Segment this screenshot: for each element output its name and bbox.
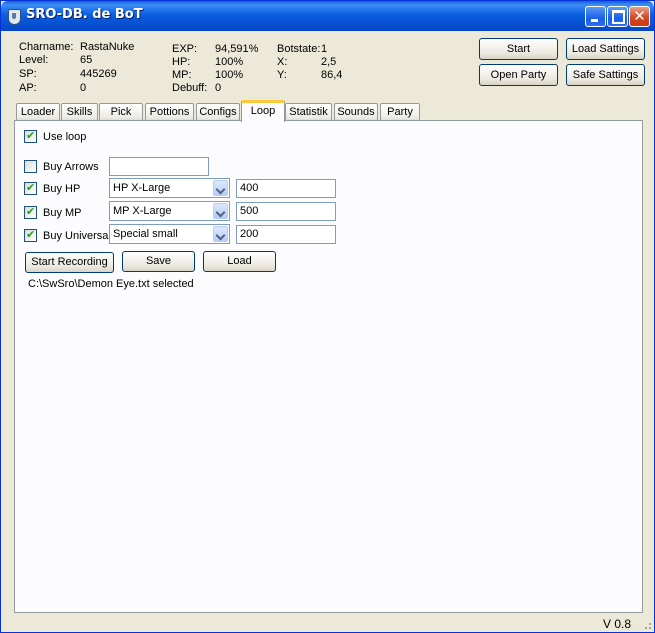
safe-settings-button[interactable]: Safe Sattings (566, 64, 645, 86)
buy-mp-item-value: MP X-Large (113, 205, 172, 217)
sp-value: 445269 (80, 68, 117, 80)
use-loop-label[interactable]: Use loop (43, 131, 86, 144)
use-loop-checkbox[interactable]: ✔ (24, 129, 37, 143)
title-bar[interactable]: SRO-DB. de BoT ✕ (1, 1, 654, 31)
close-button[interactable]: ✕ (629, 6, 650, 27)
start-recording-button[interactable]: Start Recording (25, 252, 114, 273)
tab-pick[interactable]: Pick (99, 103, 143, 121)
checkmark-icon: ✔ (26, 228, 36, 241)
selected-file-status: C:\SwSro\Demon Eye.txt selected (28, 278, 194, 290)
sp-label: SP: (19, 68, 37, 80)
tab-loop[interactable]: Loop (241, 100, 285, 122)
buy-universal-item-value: Special small (113, 228, 178, 240)
buy-hp-item-value: HP X-Large (113, 182, 171, 194)
charname-label: Charname: (19, 41, 74, 53)
botstate-value: 1 (321, 43, 328, 55)
buy-mp-quantity-input[interactable]: 500 (236, 202, 336, 221)
x-label: X: (277, 56, 288, 68)
buy-hp-quantity-input[interactable]: 400 (236, 179, 336, 198)
x-value: 2,5 (321, 56, 337, 68)
y-label: Y: (277, 69, 287, 81)
buy-hp-item-select[interactable]: HP X-Large (109, 178, 230, 198)
ap-value: 0 (80, 82, 87, 94)
buy-universal-checkbox[interactable]: ✔ (24, 228, 37, 242)
buy-universal-label[interactable]: Buy Universal (43, 230, 111, 243)
maximize-button[interactable] (607, 6, 628, 27)
ap-label: AP: (19, 82, 37, 94)
mp-label: MP: (172, 69, 192, 81)
tab-sounds[interactable]: Sounds (334, 103, 378, 121)
tab-pottions[interactable]: Pottions (145, 103, 194, 121)
chevron-down-icon[interactable] (213, 226, 228, 242)
window-title: SRO-DB. de BoT (26, 7, 143, 22)
y-value: 86,4 (321, 69, 343, 81)
debuff-label: Debuff: (172, 82, 208, 94)
resize-grip-icon[interactable] (641, 619, 651, 629)
level-label: Level: (19, 54, 49, 66)
open-party-button[interactable]: Open Party (479, 64, 558, 86)
chevron-down-icon[interactable] (213, 203, 228, 219)
buy-hp-label[interactable]: Buy HP (43, 183, 80, 196)
buy-mp-label[interactable]: Buy MP (43, 207, 82, 220)
version-label: V 0.8 (603, 617, 632, 631)
tab-party[interactable]: Party (380, 103, 420, 121)
load-button[interactable]: Load (203, 251, 276, 272)
close-icon: ✕ (633, 7, 646, 25)
exp-label: EXP: (172, 43, 198, 55)
buy-arrows-label[interactable]: Buy Arrows (43, 161, 99, 174)
tab-loader[interactable]: Loader (16, 103, 60, 121)
chevron-down-icon[interactable] (213, 180, 228, 196)
maximize-icon (612, 10, 625, 24)
buy-arrows-input[interactable] (109, 157, 209, 176)
save-button[interactable]: Save (122, 251, 195, 272)
buy-hp-checkbox[interactable]: ✔ (24, 181, 37, 195)
botstate-label: Botstate: (277, 43, 321, 55)
buy-arrows-checkbox[interactable] (24, 160, 37, 173)
buy-mp-checkbox[interactable]: ✔ (24, 205, 37, 219)
tab-configs[interactable]: Configs (196, 103, 240, 121)
checkmark-icon: ✔ (26, 129, 36, 142)
debuff-value: 0 (215, 82, 222, 94)
checkmark-icon: ✔ (26, 205, 36, 218)
checkmark-icon: ✔ (26, 181, 36, 194)
minimize-button[interactable] (585, 6, 606, 27)
hp-label: HP: (172, 56, 191, 68)
tab-skills[interactable]: Skills (61, 103, 98, 121)
buy-universal-quantity-input[interactable]: 200 (236, 225, 336, 244)
tab-statistik[interactable]: Statistik (285, 103, 332, 121)
start-button[interactable]: Start (479, 38, 558, 60)
main-window: SRO-DB. de BoT ✕ Charname: RastaNuke Lev… (0, 0, 655, 633)
minimize-icon (591, 19, 598, 22)
exp-value: 94,591% (215, 43, 259, 55)
charname-value: RastaNuke (80, 41, 135, 53)
load-settings-button[interactable]: Load Sattings (566, 38, 645, 60)
buy-mp-item-select[interactable]: MP X-Large (109, 201, 230, 221)
hp-value: 100% (215, 56, 244, 68)
buy-universal-item-select[interactable]: Special small (109, 224, 230, 244)
app-shield-icon[interactable] (8, 9, 21, 25)
mp-value: 100% (215, 69, 244, 81)
level-value: 65 (80, 54, 93, 66)
